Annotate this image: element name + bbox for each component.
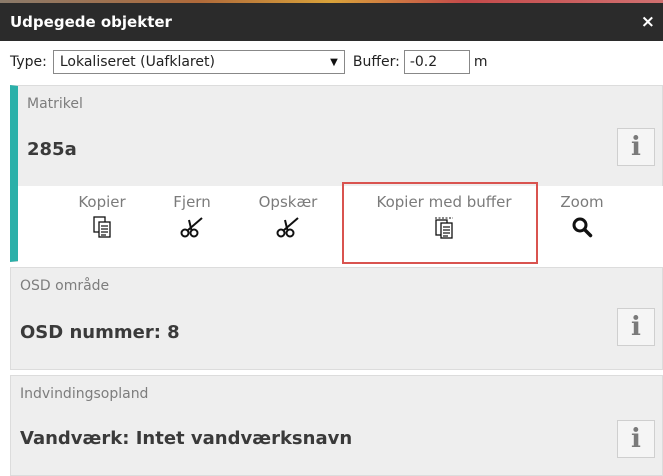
- action-label: Kopier: [78, 193, 126, 211]
- buffer-input-value: -0.2: [409, 54, 438, 70]
- card-label: Matrikel: [27, 96, 83, 112]
- buffer-input[interactable]: -0.2: [403, 50, 470, 74]
- copy-with-buffer-button[interactable]: Kopier med buffer: [349, 186, 539, 263]
- card-value: 285a: [27, 139, 77, 160]
- object-card-osd[interactable]: OSD område OSD nummer: 8 i: [10, 267, 663, 370]
- remove-button[interactable]: Fjern: [162, 186, 222, 263]
- action-label: Zoom: [560, 193, 604, 211]
- dialog-titlebar: Udpegede objekter ×: [0, 3, 663, 41]
- info-button[interactable]: i: [617, 420, 655, 458]
- copy-icon: [93, 215, 111, 239]
- scissors-icon: [180, 215, 204, 239]
- filter-bar: Type: Lokaliseret (Uafklaret) ▼ Buffer: …: [0, 41, 663, 83]
- type-select[interactable]: Lokaliseret (Uafklaret) ▼: [52, 50, 345, 74]
- copy-button[interactable]: Kopier: [62, 186, 142, 263]
- close-icon[interactable]: ×: [641, 13, 655, 31]
- card-value: OSD nummer: 8: [20, 322, 180, 343]
- type-select-value: Lokaliseret (Uafklaret): [59, 54, 215, 70]
- search-icon: [571, 215, 593, 239]
- scissors-icon: [276, 215, 300, 239]
- dropdown-arrow-icon: ▼: [330, 56, 338, 68]
- card-label: Indvindingsopland: [20, 386, 149, 402]
- buffer-unit: m: [473, 54, 488, 70]
- action-row: Kopier Fjern Opskær Kopier med buffer Zo…: [18, 186, 663, 263]
- action-label: Fjern: [173, 193, 211, 211]
- card-value: Vandværk: Intet vandværksnavn: [20, 428, 353, 449]
- object-card-matrikel[interactable]: Matrikel 285a i Kopier Fjern Opskær Kopi…: [10, 85, 663, 263]
- object-card-indvindingsopland[interactable]: Indvindingsopland Vandværk: Intet vandvæ…: [10, 375, 663, 476]
- card-label: OSD område: [20, 278, 110, 294]
- split-button[interactable]: Opskær: [246, 186, 330, 263]
- dialog-title: Udpegede objekter: [10, 13, 172, 31]
- action-label: Kopier med buffer: [376, 193, 512, 211]
- info-button[interactable]: i: [617, 308, 655, 346]
- info-button[interactable]: i: [617, 128, 655, 166]
- zoom-button[interactable]: Zoom: [552, 186, 612, 263]
- copy-buffer-icon: [433, 215, 455, 239]
- action-label: Opskær: [258, 193, 318, 211]
- type-label: Type:: [10, 54, 47, 70]
- buffer-label: Buffer:: [352, 54, 400, 70]
